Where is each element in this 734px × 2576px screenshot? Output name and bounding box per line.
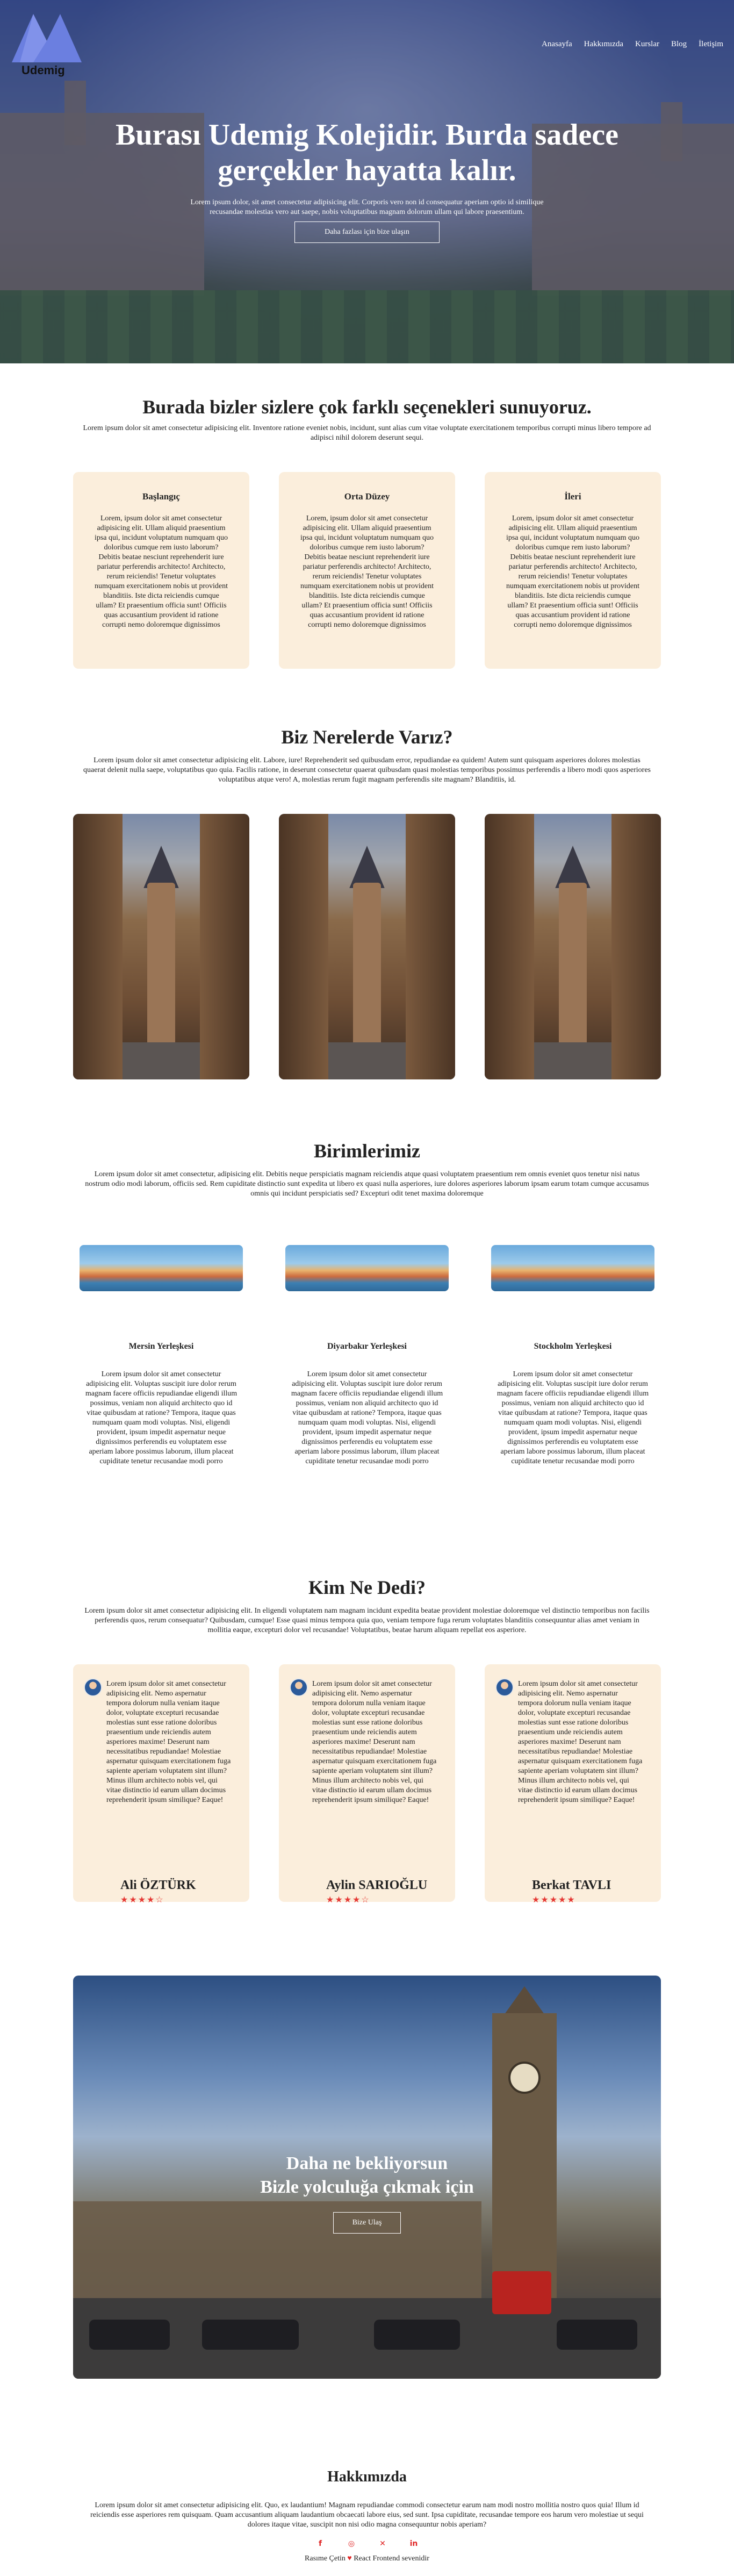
campus-name: Mersin Yerleşkesi [128, 1342, 194, 1351]
campus-photo [80, 1245, 243, 1291]
cta-title-line1: Daha ne bekliyorsun [286, 2153, 448, 2173]
rating-stars-icon: ★★★★☆ [326, 1895, 370, 1905]
campuses-title: Birimlerimiz [314, 1140, 420, 1162]
campus-text: Lorem ipsum dolor sit amet consectetur a… [291, 1370, 443, 1465]
brand-name[interactable]: Udemig [21, 63, 65, 77]
testimonial-name: Berkat TAVLI [532, 1878, 611, 1892]
location-photo [485, 814, 661, 1079]
cta-clock [508, 2062, 541, 2094]
testimonial-card: Lorem ipsum dolor sit amet consectetur a… [279, 1664, 455, 1905]
credit-author: Rasıme Çetin [305, 2554, 346, 2563]
nav-item-kurslar[interactable]: Kurslar [635, 40, 659, 49]
credit-text: React Frontend sevenidir [354, 2554, 429, 2563]
avatar [290, 1678, 308, 1697]
cta-title-line2: Bizle yolculuğa çıkmak için [260, 2177, 474, 2197]
instagram-icon[interactable]: ◎ [346, 2538, 357, 2549]
option-card-ileri[interactable]: İleri Lorem, ipsum dolor sit amet consec… [485, 472, 661, 669]
testimonial-name: Aylin SARIOĞLU [326, 1878, 428, 1892]
about-title: Hakkımızda [327, 2468, 407, 2485]
testimonial-name: Ali ÖZTÜRK [120, 1878, 196, 1892]
nav-item-iletisim[interactable]: İletişim [699, 40, 723, 49]
contact-button[interactable]: Bize Ulaş [333, 2212, 401, 2234]
testimonial-card: Lorem ipsum dolor sit amet consectetur a… [485, 1664, 661, 1905]
cta-car [202, 2320, 299, 2350]
contact-us-button[interactable]: Daha fazlası için bize ulaşın [294, 221, 440, 243]
cta-title: Daha ne bekliyorsun Bizle yolculuğa çıkm… [73, 2152, 661, 2199]
cta-car [557, 2320, 637, 2350]
campuses-text: Lorem ipsum dolor sit amet consectetur, … [85, 1170, 649, 1198]
location-photo [73, 814, 249, 1079]
locations-title: Biz Nerelerde Varız? [281, 726, 453, 748]
option-card-text: Lorem, ipsum dolor sit amet consectetur … [506, 514, 640, 629]
campus-name: Stockholm Yerleşkesi [534, 1342, 612, 1351]
campus-name: Diyarbakır Yerleşkesi [327, 1342, 407, 1351]
cta-parliament [73, 2201, 481, 2309]
options-title: Burada bizler sizlere çok farklı seçenek… [142, 396, 592, 418]
social-links: f ◎ ✕ in [315, 2538, 419, 2549]
option-card-text: Lorem, ipsum dolor sit amet consectetur … [300, 514, 434, 629]
rating-stars-icon: ★★★★★ [532, 1895, 576, 1905]
top-nav: Anasayfa Hakkımızda Kurslar Blog İletişi… [542, 40, 723, 49]
option-card-title: Orta Düzey [344, 491, 390, 502]
testimonial-quote: Lorem ipsum dolor sit amet consectetur a… [312, 1680, 437, 1804]
cta-car [374, 2320, 460, 2350]
avatar [495, 1678, 514, 1697]
cta-bus [492, 2271, 551, 2314]
testimonial-card: Lorem ipsum dolor sit amet consectetur a… [73, 1664, 249, 1905]
nav-item-anasayfa[interactable]: Anasayfa [542, 40, 572, 49]
campus-text: Lorem ipsum dolor sit amet consectetur a… [496, 1370, 649, 1465]
option-card-text: Lorem, ipsum dolor sit amet consectetur … [94, 514, 228, 629]
facebook-icon[interactable]: f [315, 2538, 326, 2549]
testimonials-text: Lorem ipsum dolor sit amet consectetur a… [84, 1607, 650, 1634]
option-card-title: İleri [564, 491, 581, 502]
testimonial-quote: Lorem ipsum dolor sit amet consectetur a… [518, 1680, 643, 1804]
hero-title: Burası Udemig Kolejidir. Burda sadece ge… [116, 118, 618, 187]
hero-subtitle: Lorem ipsum dolor, sit amet consectetur … [190, 198, 544, 216]
nav-item-blog[interactable]: Blog [671, 40, 687, 49]
testimonial-quote: Lorem ipsum dolor sit amet consectetur a… [106, 1680, 231, 1804]
option-card-baslangic[interactable]: Başlangıç Lorem, ipsum dolor sit amet co… [73, 472, 249, 669]
linkedin-icon[interactable]: in [408, 2538, 419, 2549]
nav-item-hakkimizda[interactable]: Hakkımızda [584, 40, 623, 49]
option-card-orta-duzey[interactable]: Orta Düzey Lorem, ipsum dolor sit amet c… [279, 472, 455, 669]
heart-icon: ♥ [347, 2554, 352, 2563]
cta-car [89, 2320, 170, 2350]
options-text: Lorem ipsum dolor sit amet consectetur a… [83, 424, 651, 442]
cta-banner: Daha ne bekliyorsun Bizle yolculuğa çıkm… [73, 1976, 661, 2379]
campus-photo [285, 1245, 449, 1291]
option-card-title: Başlangıç [142, 491, 180, 502]
campus-photo [491, 1245, 654, 1291]
rating-stars-icon: ★★★★☆ [120, 1895, 164, 1905]
x-icon[interactable]: ✕ [377, 2538, 388, 2549]
footer-credit: Rasıme Çetin ♥ React Frontend sevenidir [0, 2554, 734, 2563]
location-photo [279, 814, 455, 1079]
testimonials-title: Kim Ne Dedi? [308, 1577, 426, 1598]
campus-text: Lorem ipsum dolor sit amet consectetur a… [85, 1370, 238, 1465]
locations-text: Lorem ipsum dolor sit amet consectetur a… [83, 756, 651, 784]
hero-section: Udemig Anasayfa Hakkımızda Kurslar Blog … [0, 0, 734, 363]
avatar [84, 1678, 102, 1697]
about-text: Lorem ipsum dolor sit amet consectetur a… [90, 2501, 644, 2529]
